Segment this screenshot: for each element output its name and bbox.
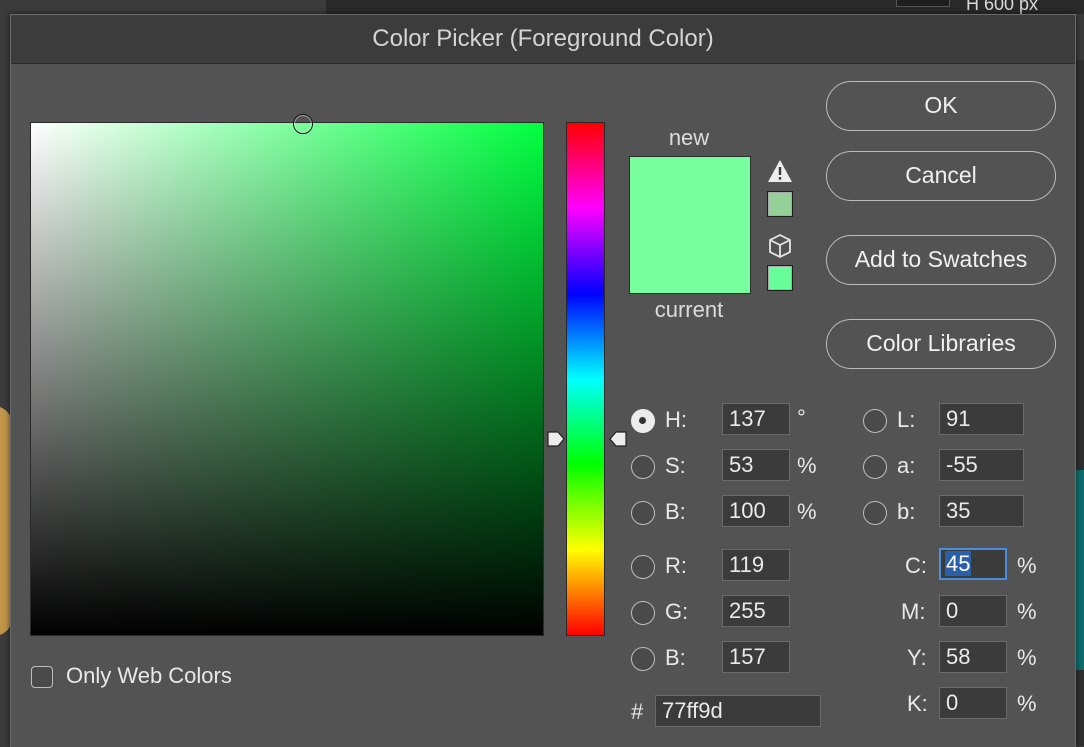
brightness-label: B: (665, 499, 686, 524)
lightness-label: L: (897, 407, 916, 432)
lab-a-label: a: (897, 453, 916, 478)
hue-input[interactable]: 137 (722, 403, 790, 435)
warning-triangle-icon[interactable] (767, 159, 793, 183)
web-safe-swatch[interactable] (767, 265, 793, 291)
color-picker-dialog: Color Picker (Foreground Color) new curr… (10, 14, 1076, 747)
green-input[interactable]: 255 (722, 595, 790, 627)
hue-slider-right-handle[interactable] (609, 431, 627, 449)
saturation-input[interactable]: 53 (722, 449, 790, 481)
magenta-unit: % (1017, 599, 1037, 624)
red-input[interactable]: 119 (722, 549, 790, 581)
hue-label: H: (665, 407, 687, 432)
red-radio[interactable] (631, 555, 655, 579)
yellow-input[interactable]: 58 (939, 641, 1007, 673)
new-color-swatch (630, 157, 750, 225)
green-radio[interactable] (631, 601, 655, 625)
blue-label: B: (665, 645, 686, 670)
hue-radio[interactable] (631, 409, 655, 433)
background-field (896, 0, 950, 7)
background-teal-edge (1076, 470, 1084, 670)
color-field[interactable] (30, 122, 544, 636)
current-color-swatch[interactable] (630, 225, 750, 293)
background-height-label: H 600 px (966, 0, 1039, 14)
saturation-radio[interactable] (631, 455, 655, 479)
brightness-input[interactable]: 100 (722, 495, 790, 527)
lab-b-input[interactable]: 35 (939, 495, 1024, 527)
lightness-input[interactable]: 91 (939, 403, 1024, 435)
dialog-title: Color Picker (Foreground Color) (11, 15, 1075, 64)
ok-button[interactable]: OK (826, 81, 1056, 131)
saturation-label: S: (665, 453, 686, 478)
cube-icon[interactable] (767, 233, 793, 259)
background-app-toolbar: H 600 px (326, 0, 1084, 14)
hue-unit: ° (797, 405, 806, 430)
brightness-unit: % (797, 499, 817, 524)
yellow-label: Y: (907, 645, 927, 670)
green-label: G: (665, 599, 689, 624)
hue-slider[interactable] (566, 122, 605, 636)
color-libraries-button[interactable]: Color Libraries (826, 319, 1056, 369)
black-label: K: (907, 691, 928, 716)
only-web-colors-checkbox[interactable] (31, 666, 53, 688)
hex-input[interactable]: 77ff9d (655, 695, 821, 727)
cyan-selected-text: 45 (945, 551, 972, 576)
cyan-unit: % (1017, 553, 1037, 578)
yellow-unit: % (1017, 645, 1037, 670)
lightness-radio[interactable] (863, 409, 887, 433)
color-preview (629, 156, 751, 294)
lab-b-label: b: (897, 499, 916, 524)
blue-input[interactable]: 157 (722, 641, 790, 673)
blue-radio[interactable] (631, 647, 655, 671)
cyan-label: C: (905, 553, 927, 578)
out-of-gamut-swatch[interactable] (767, 191, 793, 217)
add-to-swatches-button[interactable]: Add to Swatches (826, 235, 1056, 285)
new-color-label: new (668, 125, 710, 150)
hex-label: # (631, 699, 644, 724)
only-web-colors-label[interactable]: Only Web Colors (66, 663, 232, 689)
color-field-marker[interactable] (293, 114, 313, 134)
lab-b-radio[interactable] (863, 501, 887, 525)
red-label: R: (665, 553, 687, 578)
brightness-radio[interactable] (631, 501, 655, 525)
lab-a-input[interactable]: -55 (939, 449, 1024, 481)
hue-slider-left-handle[interactable] (547, 431, 565, 449)
cyan-input[interactable]: 45 (939, 548, 1007, 580)
magenta-label: M: (901, 599, 926, 624)
cancel-button[interactable]: Cancel (826, 151, 1056, 201)
magenta-input[interactable]: 0 (939, 595, 1007, 627)
black-input[interactable]: 0 (939, 687, 1007, 719)
saturation-unit: % (797, 453, 817, 478)
black-unit: % (1017, 691, 1037, 716)
lab-a-radio[interactable] (863, 455, 887, 479)
current-color-label: current (654, 297, 724, 322)
